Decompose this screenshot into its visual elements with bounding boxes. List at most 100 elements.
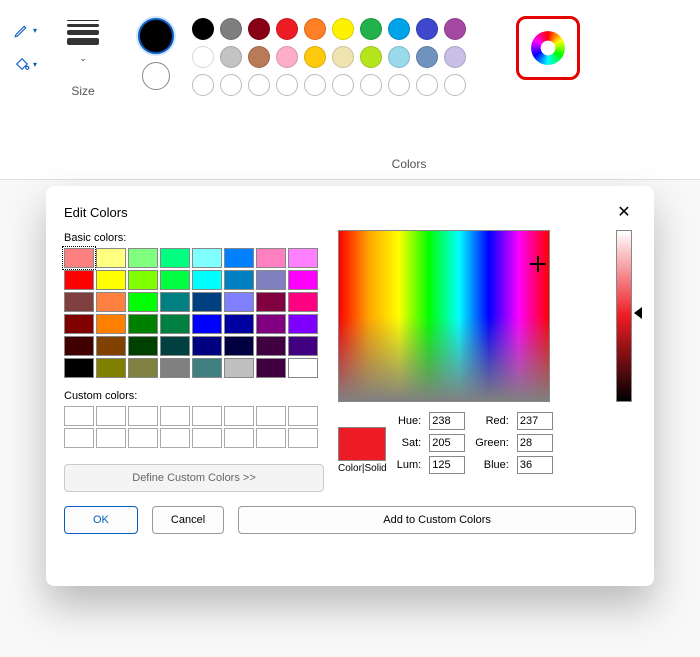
basic-color-swatch[interactable] xyxy=(64,270,94,290)
basic-color-swatch[interactable] xyxy=(128,270,158,290)
custom-slot[interactable] xyxy=(64,428,94,448)
basic-color-swatch[interactable] xyxy=(224,292,254,312)
basic-color-swatch[interactable] xyxy=(96,314,126,334)
custom-slot[interactable] xyxy=(128,406,158,426)
size-picker[interactable] xyxy=(48,20,118,45)
palette-swatch[interactable] xyxy=(304,46,326,68)
basic-color-swatch[interactable] xyxy=(192,314,222,334)
palette-swatch[interactable] xyxy=(248,46,270,68)
palette-swatch[interactable] xyxy=(388,46,410,68)
basic-color-swatch[interactable] xyxy=(224,248,254,268)
basic-color-swatch[interactable] xyxy=(64,248,94,268)
palette-swatch[interactable] xyxy=(360,46,382,68)
custom-slot[interactable] xyxy=(160,428,190,448)
palette-swatch[interactable] xyxy=(388,74,410,96)
custom-slot[interactable] xyxy=(256,428,286,448)
basic-color-swatch[interactable] xyxy=(256,358,286,378)
palette-swatch[interactable] xyxy=(276,46,298,68)
custom-slot[interactable] xyxy=(96,428,126,448)
chevron-down-icon[interactable]: ⌄ xyxy=(48,53,118,64)
basic-color-swatch[interactable] xyxy=(224,314,254,334)
basic-color-swatch[interactable] xyxy=(288,248,318,268)
basic-color-swatch[interactable] xyxy=(64,292,94,312)
basic-color-swatch[interactable] xyxy=(288,314,318,334)
green-input[interactable] xyxy=(517,434,553,452)
basic-color-swatch[interactable] xyxy=(192,358,222,378)
palette-swatch[interactable] xyxy=(360,18,382,40)
custom-slot[interactable] xyxy=(160,406,190,426)
palette-swatch[interactable] xyxy=(220,74,242,96)
basic-color-swatch[interactable] xyxy=(160,248,190,268)
custom-slot[interactable] xyxy=(224,406,254,426)
basic-color-swatch[interactable] xyxy=(64,314,94,334)
custom-slot[interactable] xyxy=(192,428,222,448)
palette-swatch[interactable] xyxy=(444,18,466,40)
basic-color-swatch[interactable] xyxy=(256,336,286,356)
basic-color-swatch[interactable] xyxy=(128,336,158,356)
custom-slot[interactable] xyxy=(192,406,222,426)
palette-swatch[interactable] xyxy=(304,74,326,96)
palette-swatch[interactable] xyxy=(304,18,326,40)
basic-color-swatch[interactable] xyxy=(192,248,222,268)
basic-color-swatch[interactable] xyxy=(224,270,254,290)
palette-swatch[interactable] xyxy=(276,74,298,96)
ok-button[interactable]: OK xyxy=(64,506,138,534)
basic-color-swatch[interactable] xyxy=(256,292,286,312)
bucket-tool[interactable]: ▾ xyxy=(10,52,40,76)
basic-color-swatch[interactable] xyxy=(192,336,222,356)
basic-color-swatch[interactable] xyxy=(160,292,190,312)
palette-swatch[interactable] xyxy=(192,18,214,40)
basic-color-swatch[interactable] xyxy=(128,292,158,312)
custom-slot[interactable] xyxy=(128,428,158,448)
basic-color-swatch[interactable] xyxy=(160,336,190,356)
palette-swatch[interactable] xyxy=(192,46,214,68)
palette-swatch[interactable] xyxy=(444,46,466,68)
define-custom-button[interactable]: Define Custom Colors >> xyxy=(64,464,324,492)
basic-color-swatch[interactable] xyxy=(96,358,126,378)
basic-color-swatch[interactable] xyxy=(192,270,222,290)
custom-slot[interactable] xyxy=(224,428,254,448)
palette-swatch[interactable] xyxy=(416,18,438,40)
palette-swatch[interactable] xyxy=(276,18,298,40)
basic-color-swatch[interactable] xyxy=(256,248,286,268)
palette-swatch[interactable] xyxy=(444,74,466,96)
palette-swatch[interactable] xyxy=(220,18,242,40)
basic-color-swatch[interactable] xyxy=(64,336,94,356)
red-input[interactable] xyxy=(517,412,553,430)
basic-color-swatch[interactable] xyxy=(160,314,190,334)
custom-slot[interactable] xyxy=(288,428,318,448)
custom-slot[interactable] xyxy=(256,406,286,426)
palette-swatch[interactable] xyxy=(332,18,354,40)
edit-colors-button[interactable]: + xyxy=(516,16,580,80)
hue-input[interactable] xyxy=(429,412,465,430)
basic-color-swatch[interactable] xyxy=(288,292,318,312)
palette-swatch[interactable] xyxy=(416,74,438,96)
basic-color-swatch[interactable] xyxy=(224,336,254,356)
custom-slot[interactable] xyxy=(96,406,126,426)
basic-color-swatch[interactable] xyxy=(128,314,158,334)
cancel-button[interactable]: Cancel xyxy=(152,506,224,534)
basic-color-swatch[interactable] xyxy=(160,270,190,290)
basic-color-swatch[interactable] xyxy=(96,270,126,290)
color-2[interactable] xyxy=(142,62,170,90)
palette-swatch[interactable] xyxy=(416,46,438,68)
basic-color-swatch[interactable] xyxy=(256,270,286,290)
basic-color-swatch[interactable] xyxy=(96,336,126,356)
basic-color-swatch[interactable] xyxy=(160,358,190,378)
basic-color-swatch[interactable] xyxy=(224,358,254,378)
blue-input[interactable] xyxy=(517,456,553,474)
palette-swatch[interactable] xyxy=(248,74,270,96)
basic-color-swatch[interactable] xyxy=(96,292,126,312)
palette-swatch[interactable] xyxy=(332,46,354,68)
palette-swatch[interactable] xyxy=(332,74,354,96)
custom-slot[interactable] xyxy=(288,406,318,426)
add-custom-button[interactable]: Add to Custom Colors xyxy=(238,506,636,534)
basic-color-swatch[interactable] xyxy=(192,292,222,312)
palette-swatch[interactable] xyxy=(220,46,242,68)
basic-color-swatch[interactable] xyxy=(256,314,286,334)
basic-color-swatch[interactable] xyxy=(288,336,318,356)
close-button[interactable]: ✕ xyxy=(612,200,636,224)
color-1[interactable] xyxy=(138,18,174,54)
palette-swatch[interactable] xyxy=(360,74,382,96)
palette-swatch[interactable] xyxy=(192,74,214,96)
